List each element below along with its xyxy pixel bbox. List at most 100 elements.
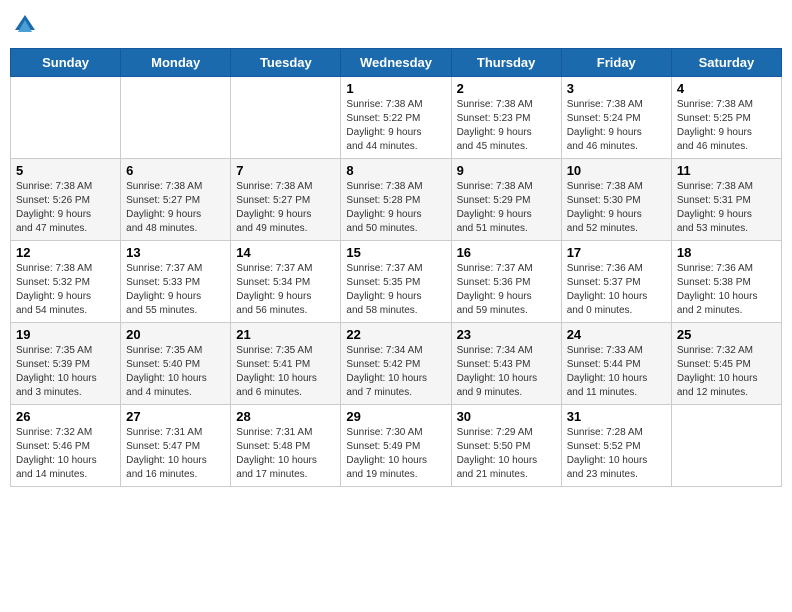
day-info: Sunrise: 7:38 AM Sunset: 5:22 PM Dayligh… [346,98,445,154]
calendar-cell: 8 Sunrise: 7:38 AM Sunset: 5:28 PM Daylig… [341,159,451,241]
calendar-cell: 26Sunrise: 7:32 AM Sunset: 5:46 PM Dayli… [11,405,121,487]
page: SundayMondayTuesdayWednesdayThursdayFrid… [0,0,792,612]
day-info: Sunrise: 7:36 AM Sunset: 5:38 PM Dayligh… [677,262,776,318]
day-info: Sunrise: 7:38 AM Sunset: 5:27 PM Dayligh… [126,180,225,236]
day-number: 7 [236,163,335,178]
day-number: 9 [457,163,556,178]
day-number: 24 [567,327,666,342]
day-info: Sunrise: 7:38 AM Sunset: 5:29 PM Dayligh… [457,180,556,236]
day-header-monday: Monday [121,49,231,77]
day-number: 22 [346,327,445,342]
calendar-week-row: 5Sunrise: 7:38 AM Sunset: 5:26 PM Daylig… [11,159,782,241]
day-number: 1 [346,81,445,96]
calendar-cell: 10 Sunrise: 7:38 AM Sunset: 5:30 PM Dayli… [561,159,671,241]
day-info: Sunrise: 7:38 AM Sunset: 5:25 PM Dayligh… [677,98,776,154]
days-header-row: SundayMondayTuesdayWednesdayThursdayFrid… [11,49,782,77]
calendar-cell: 23Sunrise: 7:34 AM Sunset: 5:43 PM Dayli… [451,323,561,405]
calendar-cell: 9 Sunrise: 7:38 AM Sunset: 5:29 PM Daylig… [451,159,561,241]
logo-icon [10,10,40,40]
day-number: 12 [16,245,115,260]
calendar-cell: 3 Sunrise: 7:38 AM Sunset: 5:24 PM Daylig… [561,77,671,159]
calendar-cell: 22 Sunrise: 7:34 AM Sunset: 5:42 PM Dayli… [341,323,451,405]
day-number: 19 [16,327,115,342]
day-number: 13 [126,245,225,260]
day-info: Sunrise: 7:38 AM Sunset: 5:23 PM Dayligh… [457,98,556,154]
day-info: Sunrise: 7:37 AM Sunset: 5:36 PM Dayligh… [457,262,556,318]
day-number: 29 [346,409,445,424]
day-number: 4 [677,81,776,96]
day-header-thursday: Thursday [451,49,561,77]
calendar-cell: 6Sunrise: 7:38 AM Sunset: 5:27 PM Daylig… [121,159,231,241]
day-info: Sunrise: 7:33 AM Sunset: 5:44 PM Dayligh… [567,344,666,400]
calendar-cell: 20 Sunrise: 7:35 AM Sunset: 5:40 PM Dayli… [121,323,231,405]
day-info: Sunrise: 7:35 AM Sunset: 5:40 PM Dayligh… [126,344,225,400]
calendar-cell: 30 Sunrise: 7:29 AM Sunset: 5:50 PM Dayli… [451,405,561,487]
calendar-cell: 1 Sunrise: 7:38 AM Sunset: 5:22 PM Daylig… [341,77,451,159]
day-info: Sunrise: 7:38 AM Sunset: 5:30 PM Dayligh… [567,180,666,236]
calendar-cell: 12Sunrise: 7:38 AM Sunset: 5:32 PM Dayli… [11,241,121,323]
day-header-wednesday: Wednesday [341,49,451,77]
day-info: Sunrise: 7:38 AM Sunset: 5:28 PM Dayligh… [346,180,445,236]
calendar-cell [671,405,781,487]
day-info: Sunrise: 7:31 AM Sunset: 5:48 PM Dayligh… [236,426,335,482]
day-number: 28 [236,409,335,424]
calendar-cell: 24 Sunrise: 7:33 AM Sunset: 5:44 PM Dayli… [561,323,671,405]
calendar-week-row: 1 Sunrise: 7:38 AM Sunset: 5:22 PM Daylig… [11,77,782,159]
day-number: 5 [16,163,115,178]
day-number: 21 [236,327,335,342]
day-info: Sunrise: 7:38 AM Sunset: 5:31 PM Dayligh… [677,180,776,236]
logo [10,10,44,40]
calendar-cell: 4 Sunrise: 7:38 AM Sunset: 5:25 PM Daylig… [671,77,781,159]
day-number: 25 [677,327,776,342]
day-number: 31 [567,409,666,424]
calendar-cell: 15Sunrise: 7:37 AM Sunset: 5:35 PM Dayli… [341,241,451,323]
day-number: 10 [567,163,666,178]
calendar-cell: 11 Sunrise: 7:38 AM Sunset: 5:31 PM Dayli… [671,159,781,241]
day-info: Sunrise: 7:35 AM Sunset: 5:41 PM Dayligh… [236,344,335,400]
day-info: Sunrise: 7:29 AM Sunset: 5:50 PM Dayligh… [457,426,556,482]
day-info: Sunrise: 7:37 AM Sunset: 5:34 PM Dayligh… [236,262,335,318]
calendar-cell: 14 Sunrise: 7:37 AM Sunset: 5:34 PM Dayli… [231,241,341,323]
day-number: 8 [346,163,445,178]
calendar-cell [231,77,341,159]
calendar-cell [11,77,121,159]
day-info: Sunrise: 7:32 AM Sunset: 5:45 PM Dayligh… [677,344,776,400]
calendar-cell: 16 Sunrise: 7:37 AM Sunset: 5:36 PM Dayli… [451,241,561,323]
day-info: Sunrise: 7:38 AM Sunset: 5:27 PM Dayligh… [236,180,335,236]
day-info: Sunrise: 7:38 AM Sunset: 5:24 PM Dayligh… [567,98,666,154]
day-info: Sunrise: 7:30 AM Sunset: 5:49 PM Dayligh… [346,426,445,482]
day-info: Sunrise: 7:34 AM Sunset: 5:42 PM Dayligh… [346,344,445,400]
calendar-cell: 27 Sunrise: 7:31 AM Sunset: 5:47 PM Dayli… [121,405,231,487]
calendar-cell: 18 Sunrise: 7:36 AM Sunset: 5:38 PM Dayli… [671,241,781,323]
day-number: 15 [346,245,445,260]
day-info: Sunrise: 7:35 AM Sunset: 5:39 PM Dayligh… [16,344,115,400]
calendar-week-row: 19 Sunrise: 7:35 AM Sunset: 5:39 PM Dayli… [11,323,782,405]
day-header-tuesday: Tuesday [231,49,341,77]
day-number: 14 [236,245,335,260]
header [10,10,782,40]
day-number: 20 [126,327,225,342]
day-number: 17 [567,245,666,260]
calendar-cell [121,77,231,159]
day-number: 3 [567,81,666,96]
day-info: Sunrise: 7:37 AM Sunset: 5:33 PM Dayligh… [126,262,225,318]
calendar-cell: 28 Sunrise: 7:31 AM Sunset: 5:48 PM Dayli… [231,405,341,487]
day-number: 11 [677,163,776,178]
day-header-friday: Friday [561,49,671,77]
day-number: 27 [126,409,225,424]
calendar-week-row: 26Sunrise: 7:32 AM Sunset: 5:46 PM Dayli… [11,405,782,487]
calendar-table: SundayMondayTuesdayWednesdayThursdayFrid… [10,48,782,487]
calendar-cell: 5Sunrise: 7:38 AM Sunset: 5:26 PM Daylig… [11,159,121,241]
calendar-cell: 13 Sunrise: 7:37 AM Sunset: 5:33 PM Dayli… [121,241,231,323]
day-info: Sunrise: 7:31 AM Sunset: 5:47 PM Dayligh… [126,426,225,482]
day-number: 18 [677,245,776,260]
day-number: 30 [457,409,556,424]
calendar-week-row: 12Sunrise: 7:38 AM Sunset: 5:32 PM Dayli… [11,241,782,323]
day-info: Sunrise: 7:28 AM Sunset: 5:52 PM Dayligh… [567,426,666,482]
day-header-saturday: Saturday [671,49,781,77]
day-number: 23 [457,327,556,342]
calendar-cell: 29 Sunrise: 7:30 AM Sunset: 5:49 PM Dayli… [341,405,451,487]
day-info: Sunrise: 7:36 AM Sunset: 5:37 PM Dayligh… [567,262,666,318]
day-number: 16 [457,245,556,260]
calendar-cell: 25 Sunrise: 7:32 AM Sunset: 5:45 PM Dayli… [671,323,781,405]
